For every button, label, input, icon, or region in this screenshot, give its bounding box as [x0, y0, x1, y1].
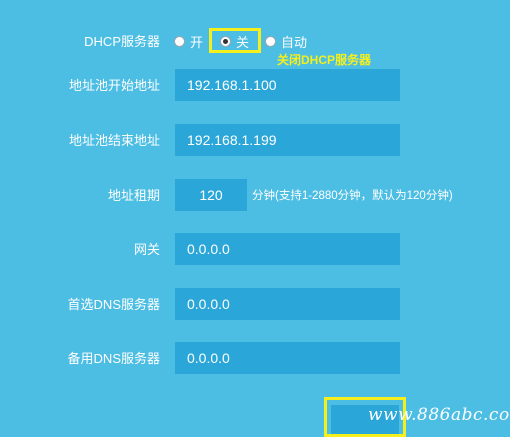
- gateway-input[interactable]: [175, 233, 400, 265]
- dhcp-radio-on-label: 开: [190, 34, 204, 50]
- radio-dot-icon: [174, 35, 185, 47]
- dhcp-label: DHCP服务器: [84, 34, 160, 49]
- pool-end-label: 地址池结束地址: [68, 133, 160, 148]
- gateway-label: 网关: [133, 242, 160, 257]
- highlight-box: [209, 28, 261, 53]
- pool-start-label: 地址池开始地址: [68, 78, 160, 93]
- pool-start-input[interactable]: [175, 69, 400, 101]
- watermark: www.886abc.com: [368, 405, 510, 425]
- dns-secondary-input[interactable]: [175, 342, 400, 374]
- gateway-row: 网关: [0, 233, 510, 267]
- lease-row: 地址租期 分钟(支持1-2880分钟，默认为120分钟): [0, 179, 510, 213]
- lease-input[interactable]: [175, 179, 247, 211]
- pool-start-row: 地址池开始地址: [0, 69, 510, 103]
- dhcp-radio-auto[interactable]: 自动: [265, 29, 307, 53]
- dns-secondary-label: 备用DNS服务器: [67, 351, 160, 366]
- lease-label: 地址租期: [107, 188, 160, 203]
- pool-end-input[interactable]: [175, 124, 400, 156]
- dns-primary-row: 首选DNS服务器: [0, 288, 510, 322]
- dhcp-radio-on[interactable]: 开: [174, 29, 203, 53]
- pool-end-row: 地址池结束地址: [0, 124, 510, 158]
- annotation-text: 关闭DHCP服务器: [277, 53, 372, 67]
- dns-primary-label: 首选DNS服务器: [67, 297, 160, 312]
- dhcp-radio-auto-label: 自动: [281, 34, 308, 50]
- dns-primary-input[interactable]: [175, 288, 400, 320]
- lease-hint: 分钟(支持1-2880分钟，默认为120分钟): [252, 190, 453, 202]
- dns-secondary-row: 备用DNS服务器: [0, 342, 510, 376]
- radio-dot-icon: [265, 35, 276, 47]
